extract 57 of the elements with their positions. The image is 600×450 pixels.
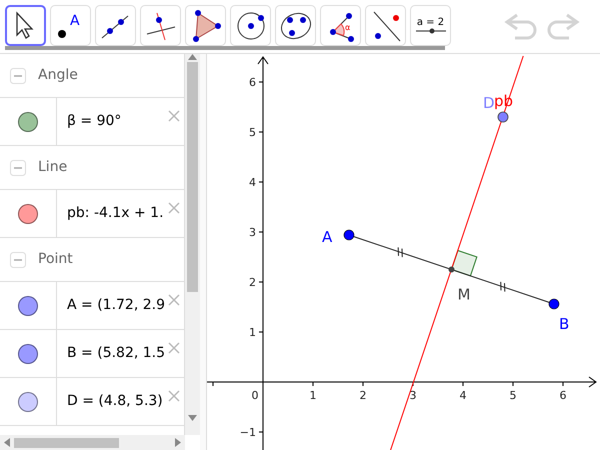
category-label: Angle — [38, 66, 78, 85]
close-icon[interactable] — [168, 390, 180, 402]
tool-button[interactable] — [5, 5, 46, 46]
axis-label: 2 — [249, 276, 256, 289]
close-icon[interactable] — [168, 202, 180, 214]
axis-label: 3 — [249, 226, 256, 239]
axis-label: 6 — [560, 389, 566, 402]
axis-label: 5 — [249, 126, 256, 139]
scroll-left-icon[interactable] — [4, 438, 10, 447]
category-label: Point — [38, 250, 73, 269]
vertical-scrollbar[interactable] — [185, 54, 200, 435]
axis-label: 1 — [249, 326, 256, 339]
collapse-button[interactable] — [10, 160, 26, 176]
close-icon[interactable] — [168, 110, 180, 122]
slider-icon — [414, 28, 446, 34]
point-label: D — [483, 94, 495, 112]
axis-label: 6 — [249, 76, 256, 89]
visibility-toggle[interactable] — [18, 344, 38, 364]
axis-label: −1 — [240, 426, 256, 439]
axis-label: 3 — [410, 389, 416, 402]
equal-length-mark — [398, 246, 403, 258]
point[interactable] — [548, 298, 560, 310]
scroll-right-icon[interactable] — [175, 438, 181, 447]
algebra-entry[interactable]: A = (1.72, 2.9 — [67, 295, 166, 316]
axis-label: 5 — [510, 389, 516, 402]
algebra-entry[interactable]: D = (4.8, 5.3) — [67, 391, 163, 412]
point-label: M — [458, 286, 470, 304]
collapse-button[interactable] — [10, 68, 26, 84]
close-icon[interactable] — [168, 342, 180, 354]
axis-label: 2 — [360, 389, 366, 402]
algebra-entry[interactable]: pb: -4.1x + 1. — [67, 203, 164, 224]
tool-button[interactable]: a = 2 — [410, 5, 451, 46]
equal-length-mark — [500, 281, 506, 292]
category-label: Line — [38, 158, 68, 177]
visibility-toggle[interactable] — [18, 112, 38, 132]
right-angle-mark — [450, 250, 478, 277]
algebra-entry[interactable]: B = (5.82, 1.5 — [67, 343, 166, 364]
axis-label: 1 — [310, 389, 316, 402]
axis-label: 4 — [460, 389, 466, 402]
visibility-toggle[interactable] — [18, 392, 38, 412]
midpoint[interactable] — [448, 266, 454, 272]
point[interactable] — [498, 112, 508, 122]
collapse-button[interactable] — [10, 252, 26, 268]
point-label: A — [322, 228, 332, 246]
visibility-toggle[interactable] — [18, 204, 38, 224]
close-icon[interactable] — [168, 294, 180, 306]
algebra-entry[interactable]: β = 90° — [67, 111, 122, 132]
visibility-toggle[interactable] — [18, 296, 38, 316]
point[interactable] — [344, 230, 354, 240]
axis-label: 4 — [249, 176, 256, 189]
scroll-down-icon[interactable] — [188, 415, 198, 421]
axis-label: 0 — [252, 389, 258, 402]
scrollbar-thumb[interactable] — [187, 62, 198, 292]
scrollbar-thumb[interactable] — [14, 438, 119, 448]
point-label: B — [559, 315, 570, 333]
horizontal-scrollbar[interactable] — [0, 435, 185, 450]
toolbar-scrollbar[interactable] — [5, 46, 445, 50]
